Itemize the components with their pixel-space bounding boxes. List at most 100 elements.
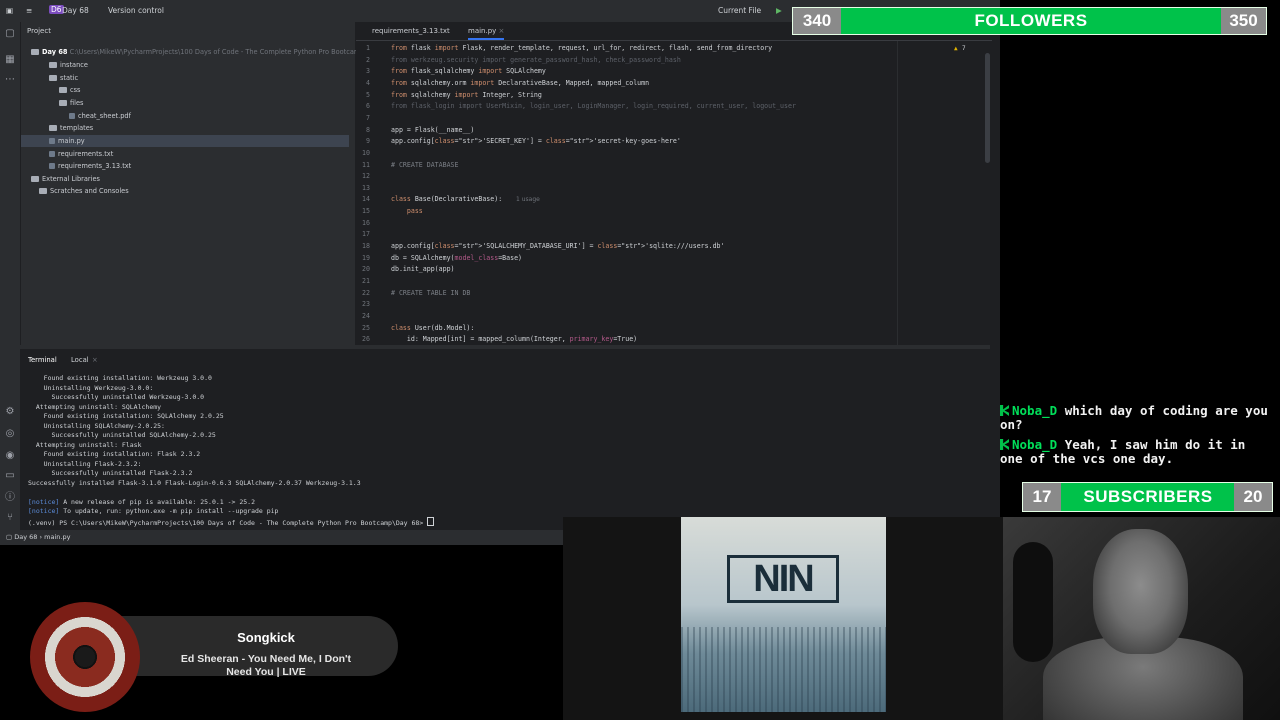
structure-icon[interactable]: ▦ [4, 54, 16, 66]
tree-item-css[interactable]: css [59, 84, 81, 96]
code-line[interactable]: app = Flask(__name__) [391, 126, 474, 134]
folder-icon [49, 62, 57, 68]
tab-main-py-label: main.py [468, 27, 497, 35]
code-line[interactable]: from sqlalchemy import Integer, String [391, 91, 542, 99]
followers-current: 340 [793, 8, 841, 34]
tree-item-static[interactable]: static [49, 72, 78, 84]
library-icon [31, 176, 39, 182]
code-line[interactable]: id: Mapped[int] = mapped_column(Integer,… [391, 335, 637, 343]
line-number: 21 [362, 277, 370, 285]
terminal-line: Successfully installed Flask-3.1.0 Flask… [28, 478, 361, 487]
line-number: 3 [366, 67, 370, 76]
tab-local[interactable]: Local [71, 356, 89, 364]
line-number: 20 [362, 265, 370, 274]
tree-item-requirements-313[interactable]: requirements_3.13.txt [49, 160, 131, 172]
usage-hint[interactable]: 1 usage [516, 196, 540, 203]
tree-item-external-libraries[interactable]: External Libraries [31, 173, 100, 185]
line-number: 8 [366, 125, 370, 134]
code-line[interactable]: db.init_app(app) [391, 265, 455, 273]
code-editor[interactable]: ▲ 7 1 from flask import Flask, render_tem… [356, 41, 992, 346]
vcs-dropdown[interactable]: Version control [108, 6, 164, 15]
code-line[interactable]: from sqlalchemy.orm import DeclarativeBa… [391, 79, 649, 87]
editor-scrollbar[interactable] [985, 53, 990, 163]
album-art-disc [30, 602, 140, 712]
album-cover-image: NIN [681, 517, 886, 712]
folder-icon [31, 49, 39, 55]
tree-item-instance[interactable]: instance [49, 59, 88, 71]
close-icon[interactable]: × [499, 27, 505, 35]
more-icon[interactable]: ⋯ [4, 74, 16, 86]
code-line[interactable]: pass [391, 207, 423, 215]
code-line[interactable]: from flask import Flask, render_template… [391, 44, 772, 52]
now-playing-widget: Songkick Ed Sheeran - You Need Me, I Don… [20, 598, 400, 712]
line-number: 23 [362, 300, 370, 309]
chat-message: Noba_D which day of coding are you on? [1000, 403, 1268, 432]
hamburger-menu-icon[interactable]: ≡ [26, 6, 32, 15]
tab-main-py[interactable]: main.py × [468, 27, 505, 40]
line-number: 4 [366, 78, 370, 87]
terminal-line: Uninstalling Flask-2.3.2: [28, 459, 142, 468]
terminal-line: Attempting uninstall: SQLAlchemy [28, 402, 162, 411]
line-number: 9 [366, 137, 370, 146]
python-packages-icon[interactable]: ⚙ [4, 406, 16, 418]
terminal-cursor [427, 517, 435, 526]
line-number: 19 [362, 253, 370, 262]
problems-icon[interactable]: ◉ [4, 450, 16, 462]
app-menu-icon[interactable]: ▣ [6, 6, 13, 15]
code-line[interactable]: class User(db.Model): [391, 324, 474, 332]
line-number: 6 [366, 102, 370, 111]
folder-icon[interactable]: ▢ [4, 28, 16, 40]
tab-terminal[interactable]: Terminal [28, 356, 57, 364]
code-line[interactable]: from werkzeug.security import generate_p… [391, 56, 681, 64]
line-number: 15 [362, 207, 370, 216]
code-line[interactable]: app.config[class="str">'SQLALCHEMY_DATAB… [391, 242, 725, 250]
terminal-prompt[interactable]: (.venv) PS C:\Users\MikeW\PycharmProject… [28, 517, 435, 527]
line-number: 2 [366, 55, 370, 64]
folder-icon [49, 75, 57, 81]
kick-icon [1000, 405, 1009, 416]
run-icon[interactable]: ▶ [776, 6, 782, 15]
tree-item-files[interactable]: files [59, 97, 83, 109]
tree-item-day68[interactable]: Day 68 C:\Users\MikeW\PycharmProjects\10… [31, 46, 390, 58]
line-number: 7 [366, 113, 370, 122]
code-line[interactable]: app.config[class="str">'SECRET_KEY'] = c… [391, 137, 681, 145]
now-playing-title: Songkick [237, 630, 295, 645]
tree-item-scratches[interactable]: Scratches and Consoles [39, 185, 129, 197]
album-texture [681, 627, 886, 712]
code-line[interactable]: # CREATE DATABASE [391, 161, 459, 169]
code-line[interactable]: db = SQLAlchemy(model_class=Base) [391, 254, 522, 262]
run-config-dropdown[interactable]: Current File [718, 6, 761, 15]
terminal-line: Successfully uninstalled SQLAlchemy-2.0.… [28, 431, 216, 439]
panel-splitter[interactable] [20, 345, 990, 349]
chat-overlay: Noba_D which day of coding are you on? N… [1000, 404, 1280, 474]
terminal-output[interactable]: Found existing installation: Werkzeug 3.… [20, 368, 990, 528]
git-icon[interactable]: ⑂ [4, 512, 16, 524]
code-line[interactable]: # CREATE TABLE IN DB [391, 289, 470, 297]
tree-item-main-py[interactable]: main.py [21, 135, 349, 147]
tree-item-requirements[interactable]: requirements.txt [49, 148, 113, 160]
project-panel-title[interactable]: Project [27, 27, 51, 35]
followers-goal: 350 [1221, 8, 1266, 34]
kick-icon [1000, 439, 1009, 450]
code-line[interactable]: class Base(DeclarativeBase): [391, 195, 502, 203]
warning-icon[interactable]: ▲ [954, 45, 958, 52]
tree-item-cheat-sheet[interactable]: cheat_sheet.pdf [69, 110, 131, 122]
breadcrumb[interactable]: ▢ Day 68 › main.py [6, 533, 70, 541]
scratches-icon [39, 188, 47, 194]
close-icon[interactable]: × [92, 356, 98, 364]
code-line[interactable]: from flask_login import UserMixin, login… [391, 102, 796, 110]
line-number: 1 [366, 44, 370, 52]
terminal-line: Uninstalling SQLAlchemy-2.0.25: [28, 421, 165, 430]
terminal-line: Successfully uninstalled Flask-2.3.2 [28, 469, 193, 477]
subscribers-current: 17 [1023, 483, 1061, 511]
code-line[interactable]: from flask_sqlalchemy import SQLAlchemy [391, 67, 546, 75]
line-number: 26 [362, 335, 370, 344]
project-name-dropdown[interactable]: Day 68 [62, 6, 89, 15]
tab-requirements-313[interactable]: requirements_3.13.txt [372, 27, 450, 35]
terminal-line: Found existing installation: Werkzeug 3.… [28, 374, 212, 382]
line-number: 17 [362, 230, 370, 239]
info-icon[interactable]: ⓘ [4, 492, 16, 504]
tree-item-templates[interactable]: templates [49, 122, 93, 134]
terminal-icon[interactable]: ▭ [4, 470, 16, 482]
services-icon[interactable]: ◎ [4, 428, 16, 440]
